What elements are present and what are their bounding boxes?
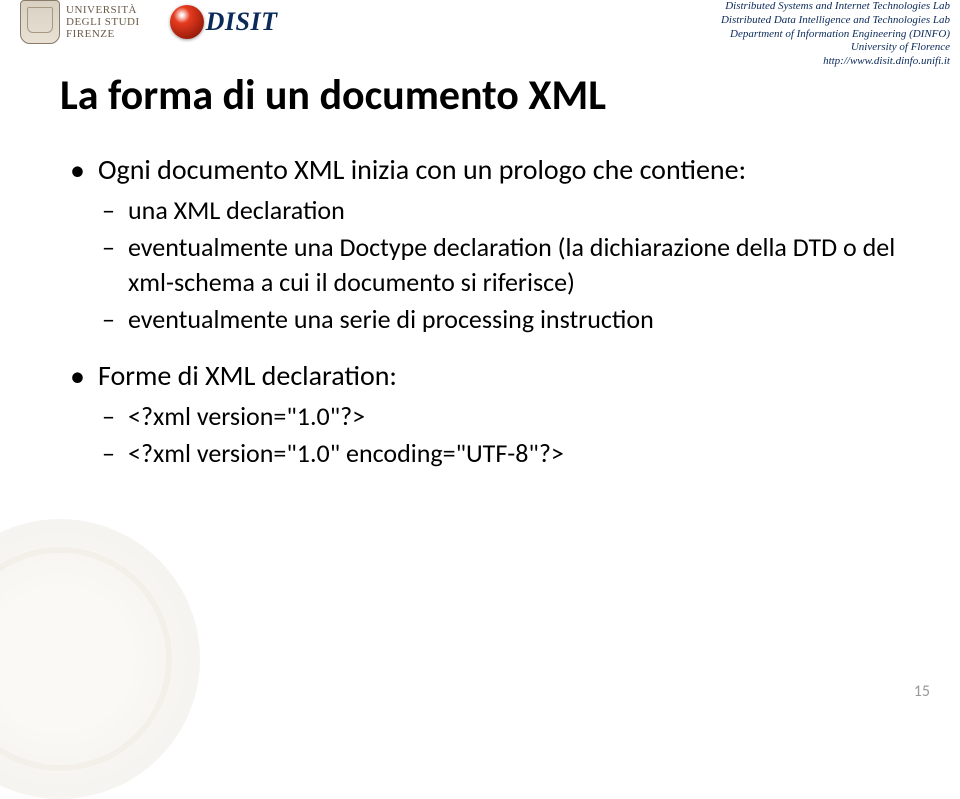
uni-line3: FIRENZE (66, 28, 140, 40)
bullet-forme-text: Forme di XML declaration: (98, 358, 397, 393)
page-number: 15 (914, 682, 930, 701)
slide-title: La forma di un documento XML (0, 60, 960, 141)
affil-line2: Distributed Data Intelligence and Techno… (721, 14, 950, 28)
bullet-prologo-text: Ogni documento XML inizia con un prologo… (98, 152, 746, 187)
header-affiliation: Distributed Systems and Internet Technol… (721, 0, 950, 69)
uni-line1: UNIVERSITÀ (66, 4, 140, 16)
slide-header: UNIVERSITÀ DEGLI STUDI FIRENZE DISIT Dis… (0, 0, 960, 60)
affil-line4: University of Florence (721, 41, 950, 55)
uni-line2: DEGLI STUDI (66, 16, 140, 28)
subbullet-doctype: eventualmente una Doctype declaration (l… (98, 230, 910, 300)
watermark-seal (0, 519, 200, 799)
slide-content: Ogni documento XML inizia con un prologo… (0, 141, 960, 471)
subbullet-xml-v10-utf8: <?xml version="1.0" encoding="UTF-8"?> (98, 436, 910, 471)
affil-line5: http://www.disit.dinfo.unifi.it (721, 55, 950, 69)
university-crest-icon (20, 0, 60, 44)
subbullet-xml-decl: una XML declaration (98, 193, 910, 228)
header-logos-left: UNIVERSITÀ DEGLI STUDI FIRENZE DISIT (20, 0, 278, 44)
affil-line1: Distributed Systems and Internet Technol… (721, 0, 950, 14)
disit-logo: DISIT (170, 5, 278, 39)
university-name: UNIVERSITÀ DEGLI STUDI FIRENZE (66, 4, 140, 40)
subbullet-xml-v10: <?xml version="1.0"?> (98, 399, 910, 434)
disit-text: DISIT (206, 7, 278, 37)
bullet-prologo: Ogni documento XML inizia con un prologo… (70, 151, 910, 337)
affil-line3: Department of Information Engineering (D… (721, 28, 950, 42)
bullet-forme: Forme di XML declaration: <?xml version=… (70, 357, 910, 471)
subbullet-pi: eventualmente una serie di processing in… (98, 302, 910, 337)
university-logo: UNIVERSITÀ DEGLI STUDI FIRENZE (20, 0, 140, 44)
disit-orb-icon (170, 5, 204, 39)
